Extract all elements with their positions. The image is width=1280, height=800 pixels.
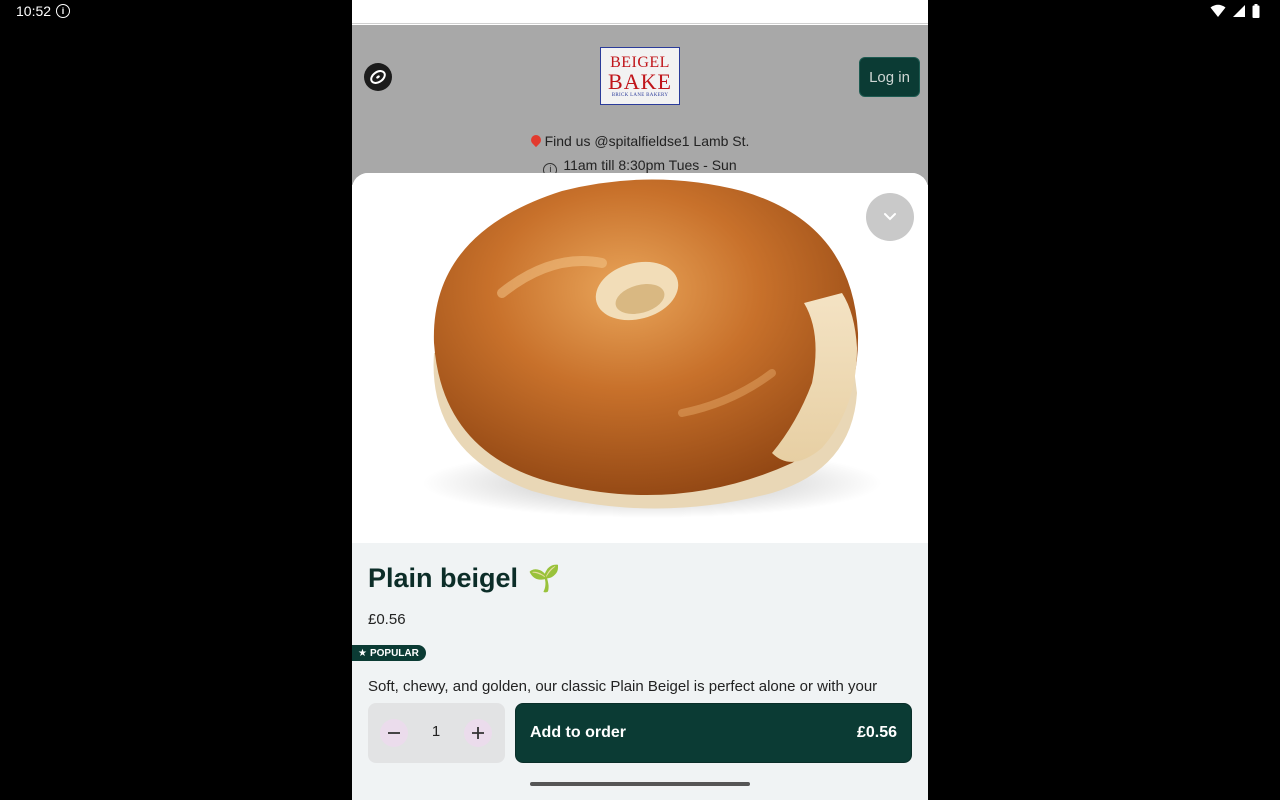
hours-text: 11am till 8:30pm Tues - Sun — [563, 157, 737, 173]
collapse-sheet-button[interactable] — [866, 193, 914, 241]
order-total: £0.56 — [856, 724, 897, 741]
brand-logo[interactable]: BEIGEL BAKE BRICK LANE BAKERY — [600, 47, 680, 105]
popular-badge-label: POPULAR — [369, 647, 419, 659]
quantity-value: 1 — [431, 723, 441, 740]
product-title: Plain beigel 🌱 — [368, 563, 560, 594]
browser-top-bar — [352, 0, 928, 24]
battery-icon — [1252, 4, 1260, 18]
location-line: Find us @spitalfieldse1 Lamb St. — [352, 132, 928, 149]
brand-logo-line3: BRICK LANE BAKERY — [611, 92, 669, 98]
product-description: Soft, chewy, and golden, our classic Pla… — [368, 678, 878, 695]
increase-quantity-button[interactable] — [464, 719, 492, 747]
beigel-illustration — [422, 179, 882, 518]
brand-logo-line1: BEIGEL — [610, 53, 670, 71]
vegan-emoji: 🌱 — [528, 563, 561, 593]
status-bar-icons — [1210, 4, 1260, 18]
product-name: Plain beigel — [368, 563, 519, 593]
plus-icon — [472, 727, 484, 739]
store-header: BEIGEL BAKE BRICK LANE BAKERY Log in Fin… — [352, 25, 928, 185]
signal-icon — [1233, 5, 1245, 17]
quantity-stepper: 1 — [368, 703, 505, 763]
star-icon: ★ — [358, 647, 367, 659]
decrease-quantity-button[interactable] — [380, 719, 408, 747]
login-button[interactable]: Log in — [859, 57, 920, 97]
app-viewport: BEIGEL BAKE BRICK LANE BAKERY Log in Fin… — [352, 0, 928, 800]
add-to-order-button[interactable]: Add to order £0.56 — [515, 703, 912, 763]
product-price: £0.56 — [368, 611, 406, 628]
wifi-icon — [1210, 4, 1226, 17]
gesture-home-bar[interactable] — [530, 782, 750, 786]
brand-logo-line2: BAKE — [608, 68, 672, 94]
minus-icon — [388, 732, 400, 734]
product-sheet: Plain beigel 🌱 £0.56 ★ POPULAR Soft, che… — [352, 173, 928, 800]
product-image — [352, 173, 928, 543]
location-pin-icon — [528, 132, 543, 148]
beigel-icon — [370, 70, 386, 84]
store-icon-button[interactable] — [364, 63, 392, 91]
location-text: Find us @spitalfieldse1 Lamb St. — [544, 133, 750, 149]
screen: 10:52 i BEIGEL BAKE BRICK LANE BAKERY Lo… — [0, 0, 1280, 800]
status-time-text: 10:52 — [16, 3, 52, 19]
add-to-order-label: Add to order — [530, 724, 626, 741]
status-bar-time: 10:52 i — [16, 3, 71, 19]
chevron-down-icon — [884, 213, 896, 221]
info-icon: i — [56, 4, 71, 18]
popular-badge: ★ POPULAR — [352, 645, 426, 661]
